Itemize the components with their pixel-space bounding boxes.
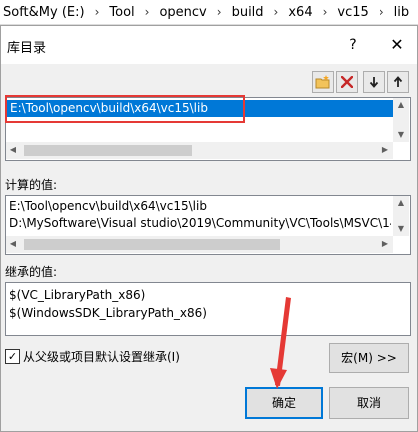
breadcrumb-item[interactable]: vc15: [334, 5, 371, 20]
inherited-values-label: 继承的值:: [5, 265, 58, 279]
scroll-up-icon[interactable]: ▲: [393, 198, 409, 207]
new-folder-icon: [315, 75, 330, 89]
inherit-checkbox[interactable]: ✓: [5, 349, 20, 364]
ok-button[interactable]: 确定: [245, 387, 323, 419]
arrow-up-icon: [393, 76, 403, 87]
inherited-line: $(VC_LibraryPath_x86): [9, 288, 146, 302]
scroll-left-icon[interactable]: ◀: [8, 145, 18, 154]
breadcrumb-item[interactable]: Soft&My (E:): [0, 5, 88, 20]
breadcrumb-item[interactable]: x64: [285, 5, 315, 20]
breadcrumb-separator-icon[interactable]: ›: [88, 5, 107, 19]
scroll-right-icon[interactable]: ▶: [380, 145, 390, 154]
scroll-right-icon[interactable]: ▶: [380, 239, 390, 248]
scroll-down-icon[interactable]: ▼: [393, 130, 409, 139]
move-up-button[interactable]: [387, 71, 409, 93]
inherit-checkbox-label[interactable]: 从父级或项目默认设置继承(I): [23, 348, 180, 365]
computed-line: E:\Tool\opencv\build\x64\vc15\lib: [9, 199, 207, 213]
computed-values-box: E:\Tool\opencv\build\x64\vc15\lib D:\MyS…: [5, 195, 411, 255]
highlight-annotation-box: [5, 95, 245, 123]
inherited-line: $(WindowsSDK_LibraryPath_x86): [9, 306, 207, 320]
delete-button[interactable]: [336, 71, 358, 93]
library-directories-dialog: 库目录 ? ✕ E:\Tool\opencv\build\x64\vc15\li…: [0, 25, 418, 432]
horizontal-scrollbar[interactable]: ◀ ▶: [6, 236, 393, 253]
computed-values-label: 计算的值:: [5, 178, 58, 192]
dialog-title: 库目录: [7, 41, 47, 56]
scroll-thumb[interactable]: [24, 239, 280, 250]
cancel-button[interactable]: 取消: [329, 387, 409, 419]
delete-icon: [341, 76, 353, 88]
scroll-up-icon[interactable]: ▲: [393, 100, 409, 109]
breadcrumb-separator-icon[interactable]: ›: [138, 5, 157, 19]
move-down-button[interactable]: [363, 71, 385, 93]
horizontal-scrollbar[interactable]: ◀ ▶: [6, 142, 393, 159]
annotation-arrow-icon: [270, 297, 291, 389]
vertical-scrollbar[interactable]: ▲ ▼: [393, 98, 409, 142]
title-bar: 库目录 ? ✕: [1, 26, 417, 64]
breadcrumb-separator-icon[interactable]: ›: [316, 5, 335, 19]
scroll-thumb[interactable]: [24, 145, 192, 156]
breadcrumb-item[interactable]: build: [229, 5, 267, 20]
address-breadcrumb: Soft&My (E:) › Tool › opencv › build › x…: [0, 0, 418, 25]
arrow-down-icon: [369, 77, 379, 88]
breadcrumb-item[interactable]: Tool: [106, 5, 137, 20]
help-button[interactable]: ?: [343, 35, 363, 55]
breadcrumb-separator-icon[interactable]: ›: [210, 5, 229, 19]
breadcrumb-separator-icon[interactable]: ›: [267, 5, 286, 19]
inherited-values-box: $(VC_LibraryPath_x86) $(WindowsSDK_Libra…: [5, 282, 411, 336]
breadcrumb-item[interactable]: opencv: [156, 5, 209, 20]
new-line-button[interactable]: [312, 71, 334, 93]
directory-list[interactable]: E:\Tool\opencv\build\x64\vc15\lib ▲ ▼ ◀ …: [5, 95, 411, 161]
breadcrumb-item[interactable]: lib: [391, 5, 412, 20]
computed-line: D:\MySoftware\Visual studio\2019\Communi…: [9, 216, 391, 230]
macros-button[interactable]: 宏(M) >>: [329, 343, 409, 373]
scroll-down-icon[interactable]: ▼: [393, 224, 409, 233]
scroll-left-icon[interactable]: ◀: [8, 239, 18, 248]
vertical-scrollbar[interactable]: ▲ ▼: [393, 196, 409, 236]
close-button[interactable]: ✕: [385, 34, 409, 56]
breadcrumb-separator-icon[interactable]: ›: [372, 5, 391, 19]
